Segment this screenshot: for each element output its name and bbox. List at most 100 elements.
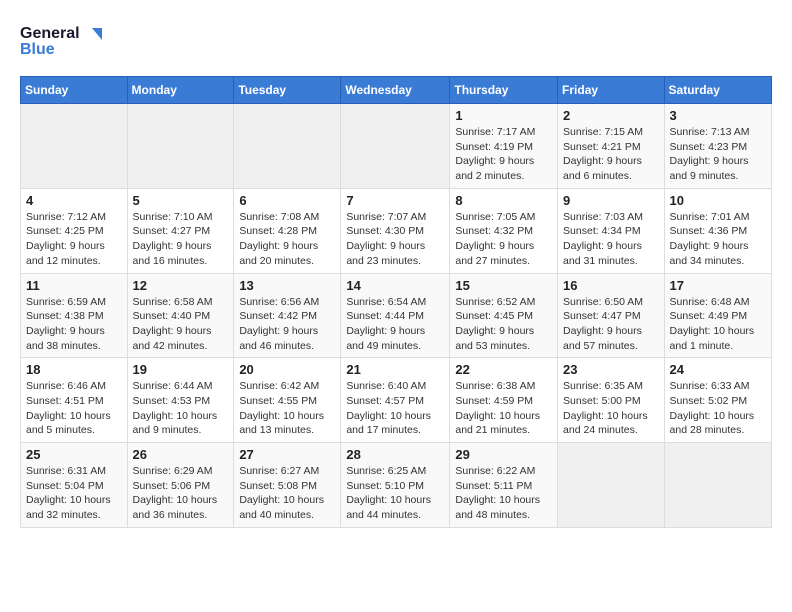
- dow-cell: Sunday: [21, 77, 128, 104]
- dow-cell: Tuesday: [234, 77, 341, 104]
- day-info: Sunrise: 6:52 AM Sunset: 4:45 PM Dayligh…: [455, 295, 552, 354]
- day-number: 24: [670, 362, 766, 377]
- day-info: Sunrise: 6:33 AM Sunset: 5:02 PM Dayligh…: [670, 379, 766, 438]
- day-info: Sunrise: 6:35 AM Sunset: 5:00 PM Dayligh…: [563, 379, 659, 438]
- day-info: Sunrise: 6:29 AM Sunset: 5:06 PM Dayligh…: [133, 464, 229, 523]
- day-number: 14: [346, 278, 444, 293]
- calendar-cell: 6 Sunrise: 7:08 AM Sunset: 4:28 PM Daylig…: [234, 188, 341, 273]
- calendar-cell: 14 Sunrise: 6:54 AM Sunset: 4:44 PM Dayli…: [341, 273, 450, 358]
- day-info: Sunrise: 6:38 AM Sunset: 4:59 PM Dayligh…: [455, 379, 552, 438]
- day-number: 26: [133, 447, 229, 462]
- day-number: 23: [563, 362, 659, 377]
- calendar-cell: 2 Sunrise: 7:15 AM Sunset: 4:21 PM Daylig…: [558, 104, 665, 189]
- day-number: 19: [133, 362, 229, 377]
- logo: General Blue: [20, 20, 110, 60]
- calendar-cell: 18Sunrise: 6:46 AM Sunset: 4:51 PM Dayli…: [21, 358, 128, 443]
- calendar-cell: 22 Sunrise: 6:38 AM Sunset: 4:59 PM Dayli…: [450, 358, 558, 443]
- svg-text:Blue: Blue: [20, 41, 55, 58]
- dow-cell: Monday: [127, 77, 234, 104]
- day-info: Sunrise: 7:08 AM Sunset: 4:28 PM Dayligh…: [239, 210, 335, 269]
- day-number: 4: [26, 193, 122, 208]
- calendar-week: 11 Sunrise: 6:59 AM Sunset: 4:38 PM Dayli…: [21, 273, 772, 358]
- calendar-cell: 1 Sunrise: 7:17 AM Sunset: 4:19 PM Daylig…: [450, 104, 558, 189]
- calendar-cell: 11 Sunrise: 6:59 AM Sunset: 4:38 PM Dayli…: [21, 273, 128, 358]
- day-info: Sunrise: 6:25 AM Sunset: 5:10 PM Dayligh…: [346, 464, 444, 523]
- calendar-cell: 25 Sunrise: 6:31 AM Sunset: 5:04 PM Dayli…: [21, 443, 128, 528]
- logo-icon: General Blue: [20, 20, 110, 60]
- day-info: Sunrise: 6:42 AM Sunset: 4:55 PM Dayligh…: [239, 379, 335, 438]
- day-info: Sunrise: 6:59 AM Sunset: 4:38 PM Dayligh…: [26, 295, 122, 354]
- calendar-cell: 29 Sunrise: 6:22 AM Sunset: 5:11 PM Dayli…: [450, 443, 558, 528]
- day-number: 18: [26, 362, 122, 377]
- dow-cell: Thursday: [450, 77, 558, 104]
- calendar-cell: 21 Sunrise: 6:40 AM Sunset: 4:57 PM Dayli…: [341, 358, 450, 443]
- calendar-body: 1 Sunrise: 7:17 AM Sunset: 4:19 PM Daylig…: [21, 104, 772, 528]
- dow-cell: Friday: [558, 77, 665, 104]
- day-number: 29: [455, 447, 552, 462]
- day-number: 5: [133, 193, 229, 208]
- day-number: 16: [563, 278, 659, 293]
- calendar-cell: 23 Sunrise: 6:35 AM Sunset: 5:00 PM Dayli…: [558, 358, 665, 443]
- day-number: 25: [26, 447, 122, 462]
- calendar-cell: 12 Sunrise: 6:58 AM Sunset: 4:40 PM Dayli…: [127, 273, 234, 358]
- day-info: Sunrise: 6:56 AM Sunset: 4:42 PM Dayligh…: [239, 295, 335, 354]
- calendar-cell: [234, 104, 341, 189]
- day-info: Sunrise: 6:54 AM Sunset: 4:44 PM Dayligh…: [346, 295, 444, 354]
- calendar-week: 25 Sunrise: 6:31 AM Sunset: 5:04 PM Dayli…: [21, 443, 772, 528]
- calendar-cell: 13 Sunrise: 6:56 AM Sunset: 4:42 PM Dayli…: [234, 273, 341, 358]
- calendar-cell: 3Sunrise: 7:13 AM Sunset: 4:23 PM Daylig…: [664, 104, 771, 189]
- calendar-cell: 26 Sunrise: 6:29 AM Sunset: 5:06 PM Dayli…: [127, 443, 234, 528]
- day-number: 7: [346, 193, 444, 208]
- dow-cell: Wednesday: [341, 77, 450, 104]
- day-number: 11: [26, 278, 122, 293]
- calendar-cell: 27Sunrise: 6:27 AM Sunset: 5:08 PM Dayli…: [234, 443, 341, 528]
- day-info: Sunrise: 7:15 AM Sunset: 4:21 PM Dayligh…: [563, 125, 659, 184]
- calendar-cell: 28Sunrise: 6:25 AM Sunset: 5:10 PM Dayli…: [341, 443, 450, 528]
- day-number: 21: [346, 362, 444, 377]
- calendar-week: 1 Sunrise: 7:17 AM Sunset: 4:19 PM Daylig…: [21, 104, 772, 189]
- calendar-cell: [664, 443, 771, 528]
- header: General Blue: [20, 20, 772, 60]
- day-number: 20: [239, 362, 335, 377]
- day-number: 10: [670, 193, 766, 208]
- day-info: Sunrise: 7:13 AM Sunset: 4:23 PM Dayligh…: [670, 125, 766, 184]
- calendar-cell: [127, 104, 234, 189]
- day-info: Sunrise: 7:05 AM Sunset: 4:32 PM Dayligh…: [455, 210, 552, 269]
- day-info: Sunrise: 7:17 AM Sunset: 4:19 PM Dayligh…: [455, 125, 552, 184]
- calendar-cell: 15 Sunrise: 6:52 AM Sunset: 4:45 PM Dayli…: [450, 273, 558, 358]
- calendar-cell: 19 Sunrise: 6:44 AM Sunset: 4:53 PM Dayli…: [127, 358, 234, 443]
- calendar-cell: [341, 104, 450, 189]
- calendar-cell: 7 Sunrise: 7:07 AM Sunset: 4:30 PM Daylig…: [341, 188, 450, 273]
- day-number: 9: [563, 193, 659, 208]
- calendar-cell: 8 Sunrise: 7:05 AM Sunset: 4:32 PM Daylig…: [450, 188, 558, 273]
- day-info: Sunrise: 6:31 AM Sunset: 5:04 PM Dayligh…: [26, 464, 122, 523]
- calendar-week: 4 Sunrise: 7:12 AM Sunset: 4:25 PM Daylig…: [21, 188, 772, 273]
- day-number: 22: [455, 362, 552, 377]
- day-info: Sunrise: 7:01 AM Sunset: 4:36 PM Dayligh…: [670, 210, 766, 269]
- dow-cell: Saturday: [664, 77, 771, 104]
- day-info: Sunrise: 6:58 AM Sunset: 4:40 PM Dayligh…: [133, 295, 229, 354]
- day-number: 8: [455, 193, 552, 208]
- day-info: Sunrise: 6:22 AM Sunset: 5:11 PM Dayligh…: [455, 464, 552, 523]
- day-number: 15: [455, 278, 552, 293]
- day-number: 12: [133, 278, 229, 293]
- day-info: Sunrise: 7:03 AM Sunset: 4:34 PM Dayligh…: [563, 210, 659, 269]
- day-number: 17: [670, 278, 766, 293]
- calendar-cell: 16 Sunrise: 6:50 AM Sunset: 4:47 PM Dayli…: [558, 273, 665, 358]
- svg-text:General: General: [20, 25, 80, 42]
- day-number: 2: [563, 108, 659, 123]
- day-info: Sunrise: 7:12 AM Sunset: 4:25 PM Dayligh…: [26, 210, 122, 269]
- calendar-cell: 9 Sunrise: 7:03 AM Sunset: 4:34 PM Daylig…: [558, 188, 665, 273]
- day-info: Sunrise: 7:07 AM Sunset: 4:30 PM Dayligh…: [346, 210, 444, 269]
- day-info: Sunrise: 6:40 AM Sunset: 4:57 PM Dayligh…: [346, 379, 444, 438]
- calendar-cell: 24 Sunrise: 6:33 AM Sunset: 5:02 PM Dayli…: [664, 358, 771, 443]
- day-number: 1: [455, 108, 552, 123]
- day-info: Sunrise: 6:44 AM Sunset: 4:53 PM Dayligh…: [133, 379, 229, 438]
- calendar-cell: 10 Sunrise: 7:01 AM Sunset: 4:36 PM Dayli…: [664, 188, 771, 273]
- calendar-cell: [558, 443, 665, 528]
- days-of-week-header: SundayMondayTuesdayWednesdayThursdayFrid…: [21, 77, 772, 104]
- day-info: Sunrise: 6:50 AM Sunset: 4:47 PM Dayligh…: [563, 295, 659, 354]
- calendar-cell: 20 Sunrise: 6:42 AM Sunset: 4:55 PM Dayli…: [234, 358, 341, 443]
- day-number: 13: [239, 278, 335, 293]
- day-number: 6: [239, 193, 335, 208]
